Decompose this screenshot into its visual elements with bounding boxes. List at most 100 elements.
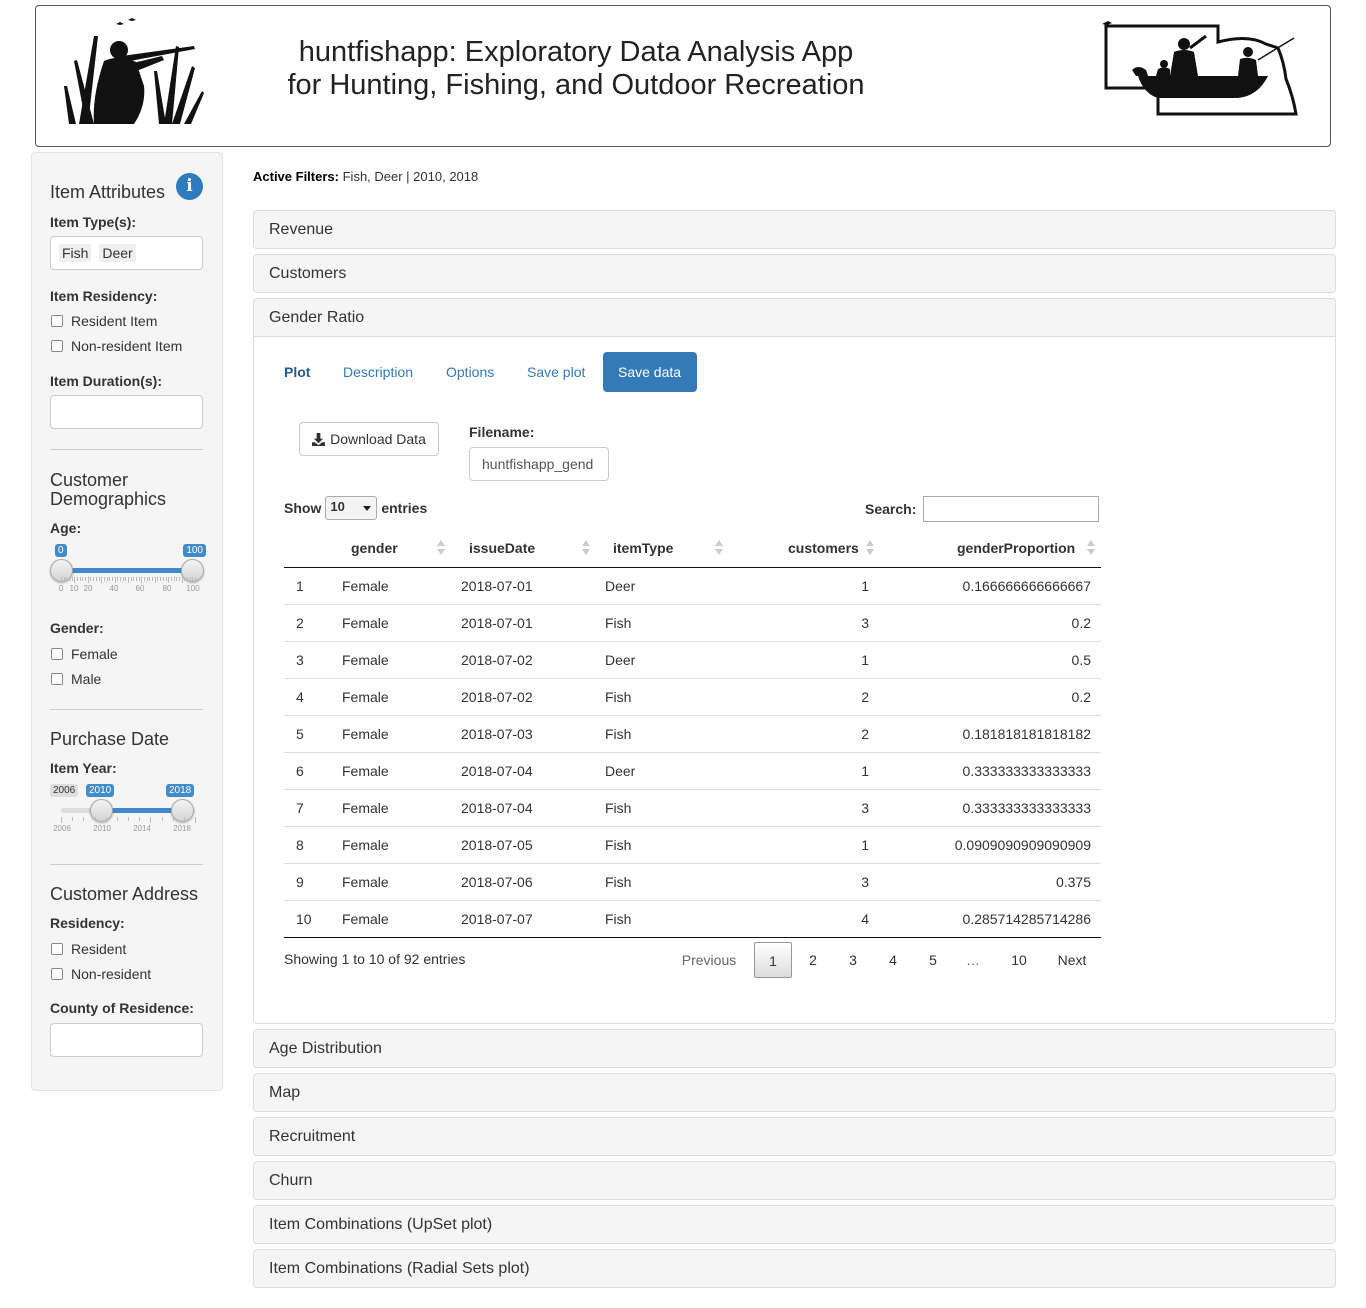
pagination-next[interactable]: Next — [1049, 942, 1095, 978]
slider-tick — [106, 577, 108, 581]
download-data-button[interactable]: Download Data — [299, 422, 439, 456]
slider-tick — [170, 577, 172, 581]
gender-cell: Female — [342, 689, 389, 705]
tab-save-data[interactable]: Save data — [603, 352, 697, 392]
active-filters-value: Fish, Deer | 2010, 2018 — [342, 169, 479, 184]
age-tick-label: 60 — [135, 584, 145, 593]
slider-tick — [136, 577, 138, 581]
slider-tick — [111, 577, 113, 581]
female-checkbox[interactable]: Female — [51, 645, 118, 663]
pagination-page-3[interactable]: 3 — [836, 942, 870, 978]
resident-checkbox[interactable]: Resident — [51, 940, 126, 958]
item-duration-input[interactable] — [50, 395, 203, 429]
sort-icon[interactable] — [582, 540, 590, 556]
tab-options[interactable]: Options — [431, 352, 509, 392]
checkbox-box[interactable] — [51, 968, 63, 980]
column-header-gender[interactable]: gender — [351, 529, 398, 567]
slider-tick — [117, 577, 119, 581]
tab-plot[interactable]: Plot — [269, 352, 325, 392]
year-tick-label: 2014 — [133, 824, 151, 833]
pagination-previous[interactable]: Previous — [669, 942, 749, 978]
nonresident-item-checkbox[interactable]: Non-resident Item — [51, 337, 182, 355]
tab-description[interactable]: Description — [328, 352, 428, 392]
gender-cell: Female — [342, 763, 389, 779]
column-header-itemtype[interactable]: itemType — [613, 529, 673, 567]
item-type-chip-deer[interactable]: Deer — [99, 244, 136, 262]
customers-cell: 4 — [861, 911, 869, 927]
age-range-slider[interactable]: 0 100 0 10 20 40 60 80 100 — [50, 544, 206, 604]
checkbox-box[interactable] — [51, 315, 63, 327]
pagination-page-1[interactable]: 1 — [754, 942, 792, 978]
panel-map[interactable]: Map — [253, 1073, 1336, 1112]
county-input[interactable] — [50, 1023, 203, 1057]
checkbox-box[interactable] — [51, 943, 63, 955]
panel-gender-ratio[interactable]: Gender Ratio — [253, 298, 1336, 337]
info-icon[interactable]: i — [176, 173, 203, 200]
download-data-label: Download Data — [330, 431, 426, 447]
checkbox-label: Non-resident Item — [71, 338, 183, 354]
nonresident-checkbox[interactable]: Non-resident — [51, 965, 151, 983]
slider-tick — [128, 577, 129, 583]
checkbox-box[interactable] — [51, 648, 63, 660]
purchase-date-heading: Purchase Date — [50, 729, 170, 749]
filename-input[interactable]: huntfishapp_gend — [469, 447, 609, 481]
item-types-input[interactable]: Fish Deer — [50, 236, 203, 270]
sidebar-divider — [50, 449, 203, 450]
gender-proportion-cell: 0.333333333333333 — [962, 800, 1091, 816]
slider-tick — [69, 577, 71, 581]
tab-save-plot[interactable]: Save plot — [512, 352, 600, 392]
panel-revenue[interactable]: Revenue — [253, 210, 1336, 249]
sort-icon[interactable] — [1087, 540, 1095, 556]
slider-tick — [85, 577, 87, 581]
sort-icon[interactable] — [866, 540, 874, 556]
sidebar-divider — [50, 709, 203, 710]
gender-proportion-cell: 0.333333333333333 — [962, 763, 1091, 779]
slider-tick — [109, 577, 111, 581]
panel-churn[interactable]: Churn — [253, 1161, 1336, 1200]
checkbox-label: Resident Item — [71, 313, 158, 329]
item-type-cell: Fish — [605, 689, 632, 705]
pagination-page-5[interactable]: 5 — [916, 942, 950, 978]
slider-tick — [181, 577, 183, 583]
male-checkbox[interactable]: Male — [51, 670, 101, 688]
show-entries-control: Show 10 entries — [284, 496, 427, 520]
resident-item-checkbox[interactable]: Resident Item — [51, 312, 157, 330]
panel-age-distribution[interactable]: Age Distribution — [253, 1029, 1336, 1068]
slider-tick — [133, 577, 135, 581]
entries-select[interactable]: 10 — [325, 496, 378, 520]
sort-icon[interactable] — [715, 540, 723, 556]
search-input[interactable] — [923, 496, 1100, 522]
slider-tick — [82, 577, 84, 581]
pagination-page-4[interactable]: 4 — [876, 942, 910, 978]
year-tick-label: 2006 — [53, 824, 71, 833]
issue-date-cell: 2018-07-04 — [461, 763, 533, 779]
customer-demographics-heading: Customer Demographics — [50, 470, 167, 509]
checkbox-box[interactable] — [51, 673, 63, 685]
column-header-genderproportion[interactable]: genderProportion — [957, 529, 1075, 567]
panel-recruitment[interactable]: Recruitment — [253, 1117, 1336, 1156]
gender-cell: Female — [342, 800, 389, 816]
slider-tick — [63, 577, 65, 581]
sort-icon[interactable] — [437, 540, 445, 556]
table-row: 8 Female 2018-07-05 Fish 1 0.0909090909090909 — [284, 827, 1101, 864]
column-header-customers[interactable]: customers — [788, 529, 859, 567]
gender-cell: Female — [342, 911, 389, 927]
item-type-cell: Fish — [605, 837, 632, 853]
item-attributes-heading: Item Attributes — [50, 182, 166, 202]
pagination-page-2[interactable]: 2 — [796, 942, 830, 978]
item-type-chip-fish[interactable]: Fish — [59, 244, 92, 262]
slider-tick — [184, 577, 186, 581]
checkbox-box[interactable] — [51, 340, 63, 352]
pagination-page-10[interactable]: 10 — [999, 942, 1039, 978]
chevron-down-icon — [363, 506, 372, 511]
panel-item-combinations-radial[interactable]: Item Combinations (Radial Sets plot) — [253, 1249, 1336, 1288]
gender-cell: Female — [342, 726, 389, 742]
slider-tick — [105, 817, 107, 823]
age-tick-label: 0 — [58, 584, 64, 593]
item-type-cell: Fish — [605, 911, 632, 927]
panel-item-combinations-upset[interactable]: Item Combinations (UpSet plot) — [253, 1205, 1336, 1244]
slider-tick — [83, 817, 85, 821]
panel-customers[interactable]: Customers — [253, 254, 1336, 293]
item-year-range-slider[interactable]: 2006 2010 2018 2006 2010 2014 2018 — [50, 784, 206, 844]
column-header-issuedate[interactable]: issueDate — [469, 529, 535, 567]
